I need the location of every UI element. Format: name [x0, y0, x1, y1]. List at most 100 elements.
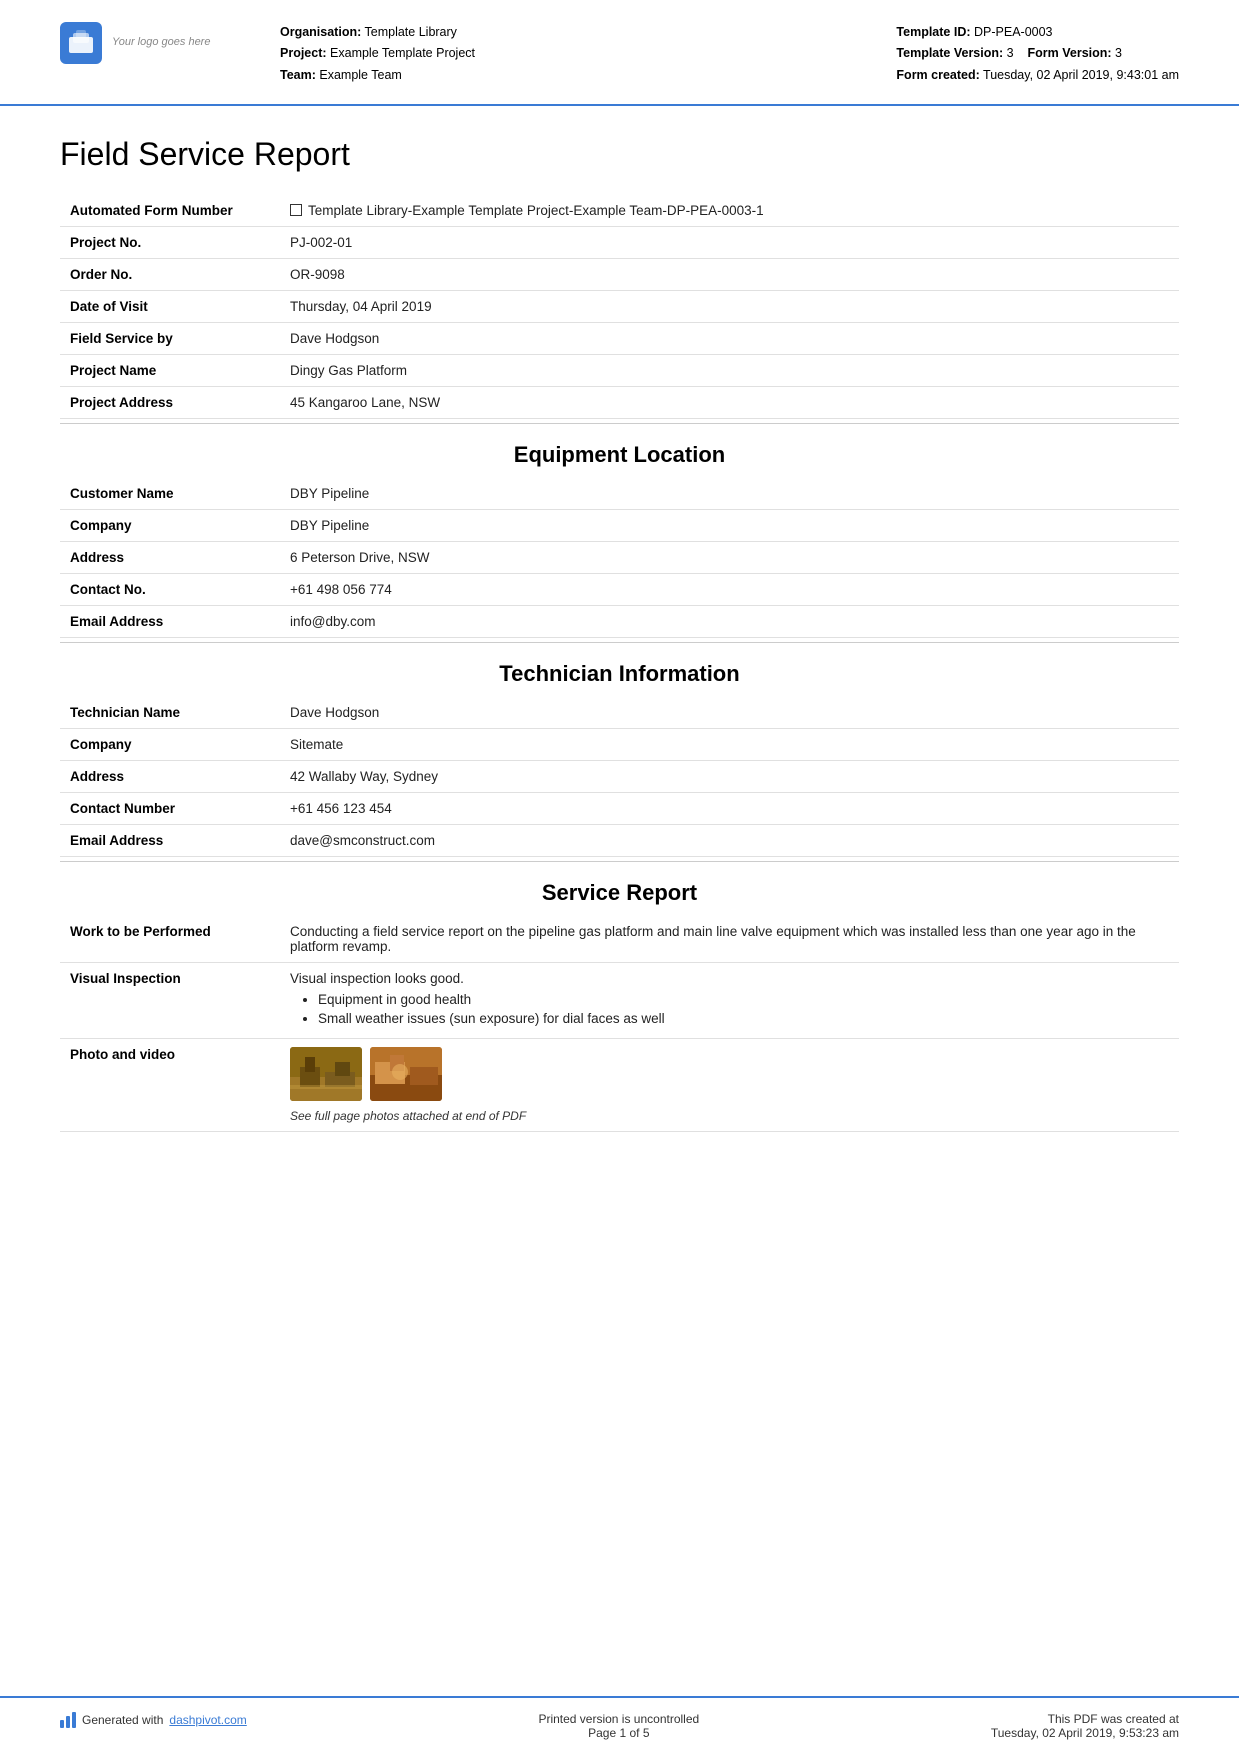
header-right: Template ID: DP-PEA-0003 Template Versio…	[896, 22, 1179, 86]
info-row-label: Project No.	[60, 226, 280, 258]
technician-row-value: Sitemate	[280, 728, 1179, 760]
logo-text: Your logo goes here	[112, 35, 210, 50]
technician-row-value: Dave Hodgson	[280, 697, 1179, 729]
photo-caption: See full page photos attached at end of …	[290, 1109, 1169, 1123]
list-item: Equipment in good health	[318, 992, 1169, 1007]
logo-area: Your logo goes here	[60, 22, 250, 64]
info-row: Automated Form NumberTemplate Library-Ex…	[60, 195, 1179, 227]
info-row: Field Service byDave Hodgson	[60, 322, 1179, 354]
photo-thumbnails	[290, 1047, 1169, 1101]
info-row-label: Order No.	[60, 258, 280, 290]
equipment-row: Address6 Peterson Drive, NSW	[60, 541, 1179, 573]
photo-container: See full page photos attached at end of …	[290, 1047, 1169, 1123]
dashpivot-link[interactable]: dashpivot.com	[169, 1713, 246, 1727]
info-row-label: Project Address	[60, 386, 280, 418]
info-row-value: PJ-002-01	[280, 226, 1179, 258]
info-row-label: Automated Form Number	[60, 195, 280, 227]
technician-row-value: +61 456 123 454	[280, 792, 1179, 824]
project-label: Project:	[280, 46, 327, 60]
info-row: Project Address45 Kangaroo Lane, NSW	[60, 386, 1179, 418]
technician-row: Address42 Wallaby Way, Sydney	[60, 760, 1179, 792]
equipment-row-value: DBY Pipeline	[280, 478, 1179, 510]
footer-right-line2: Tuesday, 02 April 2019, 9:53:23 am	[991, 1726, 1179, 1740]
equipment-location-heading: Equipment Location	[60, 423, 1179, 478]
organisation-value: Template Library	[365, 25, 457, 39]
equipment-location-table: Customer NameDBY PipelineCompanyDBY Pipe…	[60, 478, 1179, 638]
equipment-row: Contact No.+61 498 056 774	[60, 573, 1179, 605]
technician-row-label: Technician Name	[60, 697, 280, 729]
equipment-row: Email Addressinfo@dby.com	[60, 605, 1179, 637]
service-report-row-value: See full page photos attached at end of …	[280, 1038, 1179, 1131]
technician-row-value: 42 Wallaby Way, Sydney	[280, 760, 1179, 792]
team-label: Team:	[280, 68, 316, 82]
generated-text: Generated with	[82, 1713, 163, 1727]
form-version-value: 3	[1115, 46, 1122, 60]
info-row: Project NameDingy Gas Platform	[60, 354, 1179, 386]
info-row-value: OR-9098	[280, 258, 1179, 290]
info-row: Date of VisitThursday, 04 April 2019	[60, 290, 1179, 322]
photo-thumbnail-2	[370, 1047, 442, 1101]
service-report-row-label: Work to be Performed	[60, 916, 280, 963]
info-row-value: Thursday, 04 April 2019	[280, 290, 1179, 322]
footer-middle-line1: Printed version is uncontrolled	[538, 1712, 699, 1726]
footer: Generated with dashpivot.com Printed ver…	[0, 1696, 1239, 1754]
technician-row-label: Company	[60, 728, 280, 760]
service-report-row: Work to be PerformedConducting a field s…	[60, 916, 1179, 963]
template-version-value: 3	[1007, 46, 1014, 60]
info-row: Order No.OR-9098	[60, 258, 1179, 290]
footer-right-line1: This PDF was created at	[991, 1712, 1179, 1726]
technician-row: CompanySitemate	[60, 728, 1179, 760]
form-created-value: Tuesday, 02 April 2019, 9:43:01 am	[983, 68, 1179, 82]
footer-left: Generated with dashpivot.com	[60, 1712, 247, 1728]
equipment-row-value: 6 Peterson Drive, NSW	[280, 541, 1179, 573]
footer-center: Printed version is uncontrolled Page 1 o…	[538, 1712, 699, 1740]
equipment-row-label: Address	[60, 541, 280, 573]
technician-row-label: Address	[60, 760, 280, 792]
info-table: Automated Form NumberTemplate Library-Ex…	[60, 195, 1179, 419]
form-created-label: Form created:	[896, 68, 979, 82]
project-value: Example Template Project	[330, 46, 475, 60]
service-report-heading: Service Report	[60, 861, 1179, 916]
technician-row-label: Email Address	[60, 824, 280, 856]
organisation-label: Organisation:	[280, 25, 361, 39]
technician-row-label: Contact Number	[60, 792, 280, 824]
info-row: Project No.PJ-002-01	[60, 226, 1179, 258]
info-row-value: Dave Hodgson	[280, 322, 1179, 354]
service-report-row: Photo and video See full page photos att…	[60, 1038, 1179, 1131]
info-row-value: Template Library-Example Template Projec…	[280, 195, 1179, 227]
header: Your logo goes here Organisation: Templa…	[0, 0, 1239, 106]
equipment-row-value: DBY Pipeline	[280, 509, 1179, 541]
photo-thumbnail-1	[290, 1047, 362, 1101]
bullet-list: Equipment in good health Small weather is…	[290, 992, 1169, 1026]
template-version-label: Template Version:	[896, 46, 1003, 60]
team-value: Example Team	[319, 68, 401, 82]
info-row-value: Dingy Gas Platform	[280, 354, 1179, 386]
equipment-row-label: Contact No.	[60, 573, 280, 605]
template-id-value: DP-PEA-0003	[974, 25, 1053, 39]
service-report-row-label: Photo and video	[60, 1038, 280, 1131]
main-content: Field Service Report Automated Form Numb…	[0, 106, 1239, 1696]
info-row-label: Project Name	[60, 354, 280, 386]
service-report-row-value: Visual inspection looks good.Equipment i…	[280, 962, 1179, 1038]
technician-information-heading: Technician Information	[60, 642, 1179, 697]
info-row-label: Field Service by	[60, 322, 280, 354]
technician-info-table: Technician NameDave HodgsonCompanySitema…	[60, 697, 1179, 857]
service-report-row-value: Conducting a field service report on the…	[280, 916, 1179, 963]
technician-row-value: dave@smconstruct.com	[280, 824, 1179, 856]
equipment-row: Customer NameDBY Pipeline	[60, 478, 1179, 510]
equipment-row-value: +61 498 056 774	[280, 573, 1179, 605]
info-row-label: Date of Visit	[60, 290, 280, 322]
form-version-label: Form Version:	[1028, 46, 1112, 60]
checkbox-icon	[290, 204, 302, 216]
info-row-value: 45 Kangaroo Lane, NSW	[280, 386, 1179, 418]
service-report-row-label: Visual Inspection	[60, 962, 280, 1038]
doc-title: Field Service Report	[60, 136, 1179, 173]
equipment-row: CompanyDBY Pipeline	[60, 509, 1179, 541]
list-item: Small weather issues (sun exposure) for …	[318, 1011, 1169, 1026]
logo-icon	[60, 22, 102, 64]
equipment-row-label: Company	[60, 509, 280, 541]
service-report-table: Work to be PerformedConducting a field s…	[60, 916, 1179, 1132]
page: Your logo goes here Organisation: Templa…	[0, 0, 1239, 1754]
template-id-label: Template ID:	[896, 25, 970, 39]
footer-middle-line2: Page 1 of 5	[538, 1726, 699, 1740]
